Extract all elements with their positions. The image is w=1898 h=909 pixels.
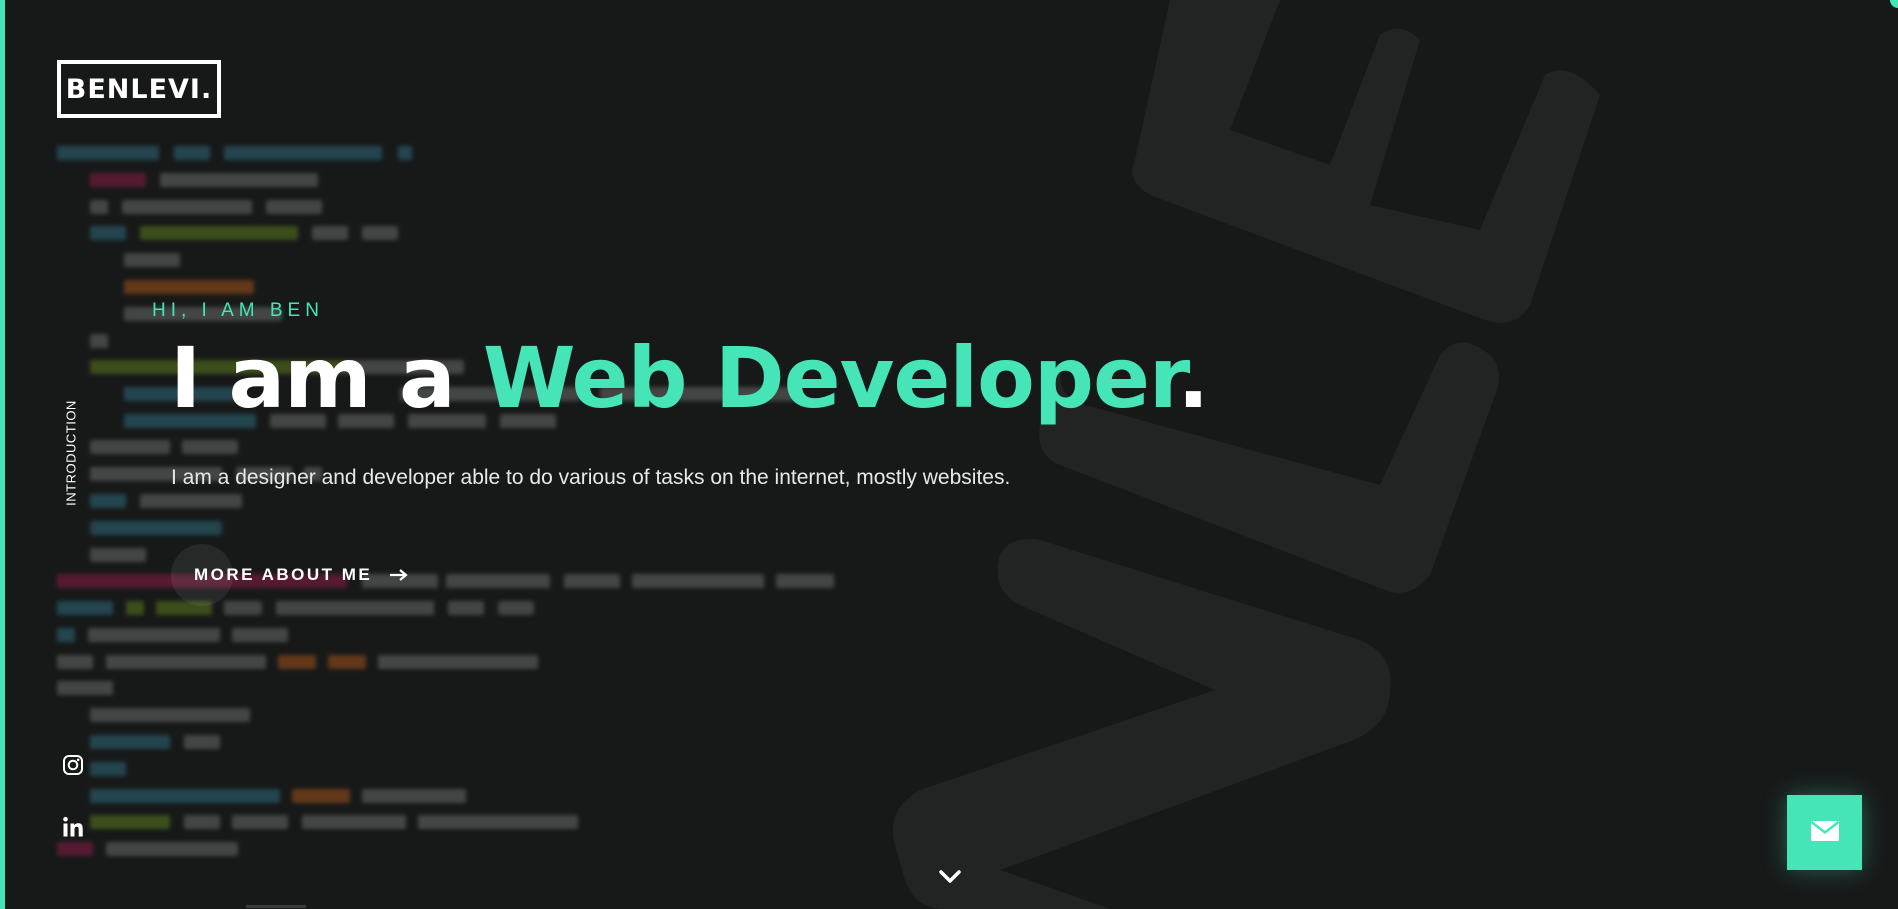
logo-text: BENLEVI. — [65, 73, 213, 105]
headline-accent: Web Developer — [482, 329, 1178, 427]
mail-icon — [1810, 820, 1840, 846]
contact-mail-button[interactable] — [1787, 795, 1862, 870]
hero-greeting: HI, I AM BEN — [152, 300, 324, 321]
section-label: INTRODUCTION — [63, 400, 79, 506]
headline-suffix: . — [1177, 329, 1209, 427]
hero-subtitle: I am a designer and developer able to do… — [171, 466, 1011, 489]
hero-headline: I am a Web Developer. — [170, 328, 1209, 428]
cta-label: MORE ABOUT ME — [194, 565, 373, 584]
brand-logo[interactable]: BENLEVI. — [57, 60, 221, 118]
code-backdrop — [0, 0, 900, 909]
more-about-me-button[interactable]: MORE ABOUT ME — [171, 544, 408, 606]
hero-page: BENLEVI. INTRODUCTION HI, I AM BEN I am … — [0, 0, 1898, 909]
instagram-icon[interactable] — [60, 752, 86, 778]
linkedin-icon[interactable] — [60, 814, 86, 840]
headline-prefix: I am a — [170, 329, 483, 427]
chevron-down-icon[interactable] — [936, 866, 964, 888]
bottom-scroll-track — [246, 905, 306, 908]
arrow-right-icon — [390, 565, 408, 586]
